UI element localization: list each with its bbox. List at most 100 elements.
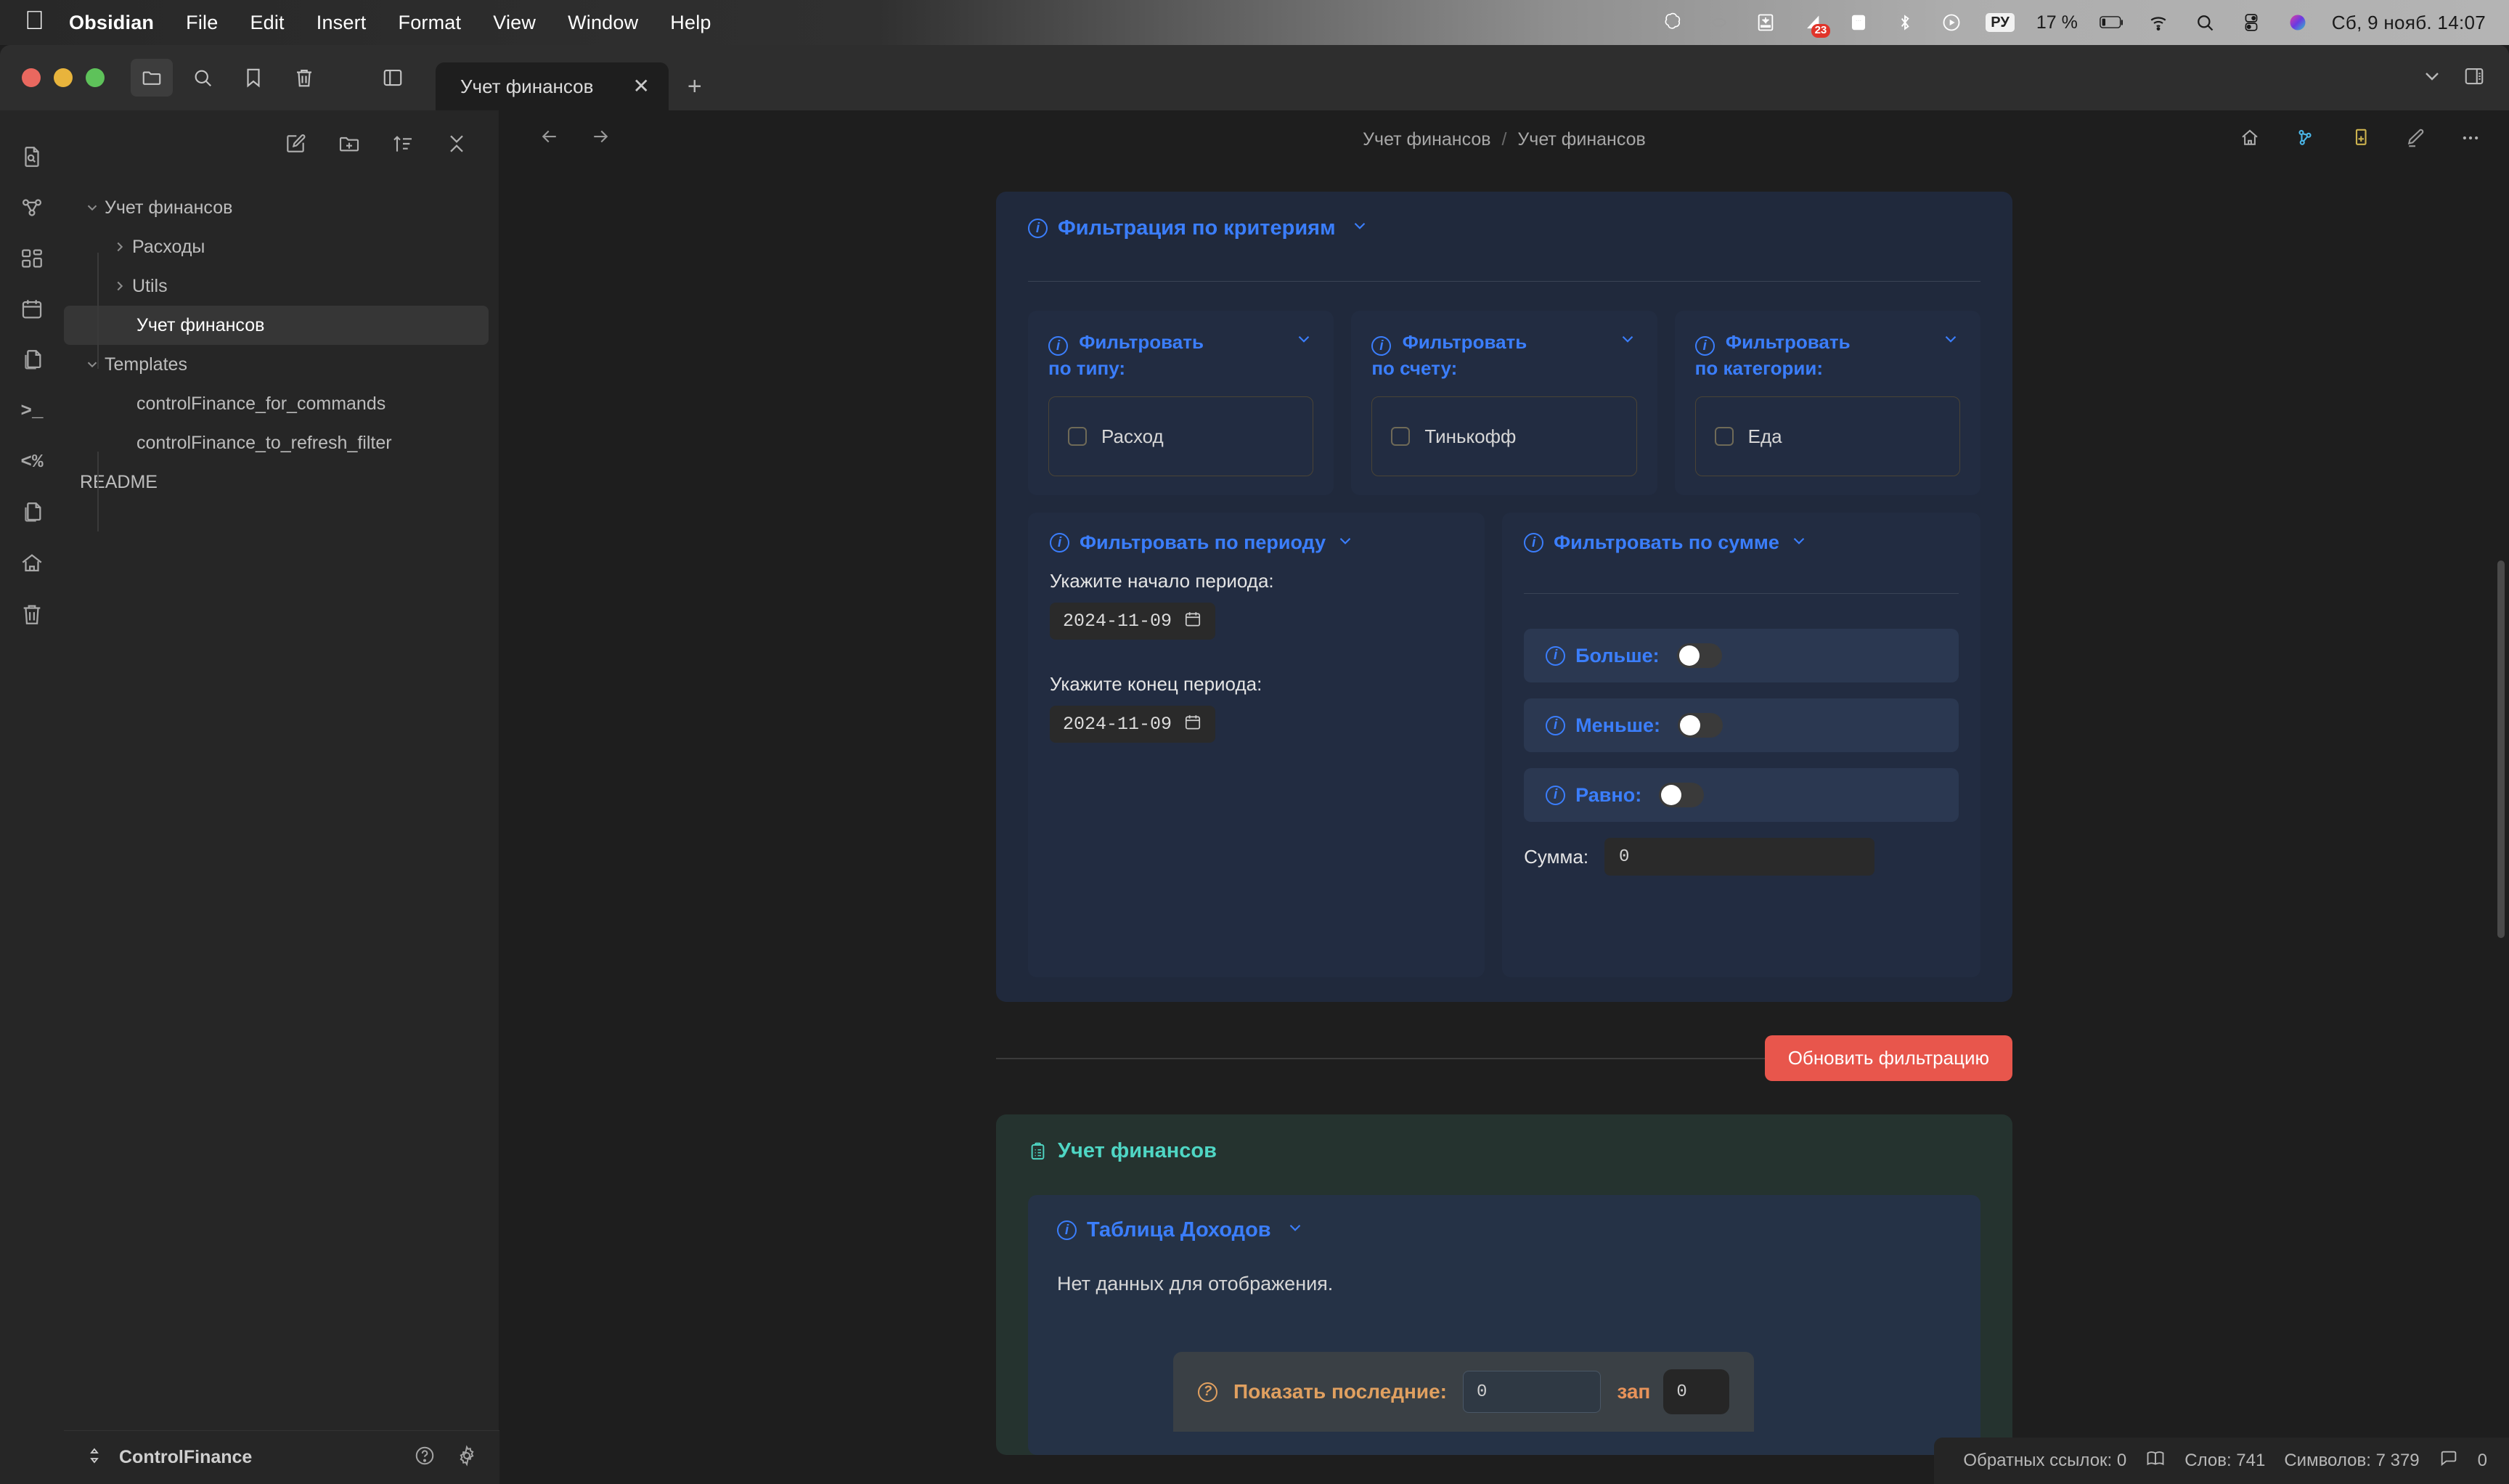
chevron-down-icon[interactable]: [2420, 65, 2444, 91]
refresh-filter-button[interactable]: Обновить фильтрацию: [1764, 1035, 2012, 1082]
filter-card-header[interactable]: i Фильтровать по категории:: [1694, 330, 1960, 380]
menu-view[interactable]: View: [477, 12, 552, 34]
signal-icon[interactable]: 23: [1800, 10, 1831, 38]
tab-uchet-finansov[interactable]: Учет финансов ✕: [436, 62, 669, 110]
add-copy-icon[interactable]: [2349, 127, 2371, 152]
chevron-down-icon[interactable]: [1294, 330, 1313, 352]
menu-app-name[interactable]: Obsidian: [69, 12, 170, 34]
keyboard-layout-icon[interactable]: РУ: [1986, 13, 2015, 32]
checkbox-tinkoff[interactable]: [1391, 427, 1411, 447]
breadcrumb-current[interactable]: Учет финансов: [1517, 129, 1645, 150]
filter-card-header[interactable]: i Фильтровать по типу:: [1048, 330, 1313, 380]
vertical-scrollbar[interactable]: [2497, 560, 2505, 938]
screen-icon[interactable]: [1753, 10, 1778, 35]
battery-icon[interactable]: [2099, 10, 2124, 35]
siri-icon[interactable]: [2285, 10, 2310, 35]
tree-file-controlfinance-to-refresh-filter[interactable]: controlFinance_to_refresh_filter: [64, 423, 489, 462]
bluetooth-icon[interactable]: [1893, 10, 1917, 35]
filter-callout-header[interactable]: i Фильтрация по критериям: [1028, 216, 1980, 240]
tree-file-readme[interactable]: README: [64, 462, 489, 502]
calendar-icon[interactable]: [1183, 713, 1202, 735]
play-circle-icon[interactable]: [1939, 10, 1964, 35]
filter-card-header[interactable]: i Фильтровать по счету:: [1371, 330, 1636, 380]
period-end-input[interactable]: 2024-11-09: [1050, 706, 1216, 743]
duplicate-files-icon[interactable]: [13, 494, 51, 531]
new-tab-button[interactable]: +: [688, 74, 702, 99]
search-icon[interactable]: [2192, 10, 2217, 35]
terminal-icon[interactable]: >_: [13, 392, 51, 430]
book-icon[interactable]: [2145, 1448, 2166, 1474]
menu-insert[interactable]: Insert: [301, 12, 383, 34]
close-icon[interactable]: ✕: [632, 76, 649, 97]
menu-format[interactable]: Format: [383, 12, 478, 34]
records-callout-header[interactable]: Учет финансов: [1028, 1139, 1980, 1163]
home-icon[interactable]: [13, 545, 51, 582]
menu-file[interactable]: File: [170, 12, 234, 34]
toggle-less[interactable]: [1678, 713, 1723, 738]
tree-file-controlfinance-for-commands[interactable]: controlFinance_for_commands: [64, 384, 489, 423]
chevron-down-icon[interactable]: [1941, 330, 1960, 352]
toggle-right-sidebar-icon[interactable]: [2463, 65, 2486, 91]
settings-gear-icon[interactable]: [456, 1445, 478, 1470]
sort-icon[interactable]: [391, 132, 415, 159]
collapse-all-icon[interactable]: [445, 132, 468, 159]
checkbox-rashod[interactable]: [1068, 427, 1087, 447]
last-n-extra-input[interactable]: 0: [1663, 1369, 1729, 1415]
templater-icon[interactable]: <%: [13, 443, 51, 481]
last-n-input[interactable]: 0: [1463, 1371, 1602, 1414]
sum-input[interactable]: 0: [1604, 838, 1875, 876]
forward-arrow-icon[interactable]: [589, 126, 611, 153]
tree-folder-utils[interactable]: Utils: [64, 266, 489, 306]
openai-icon[interactable]: [1660, 10, 1685, 35]
calendar-icon[interactable]: [1183, 610, 1202, 632]
memory-icon[interactable]: [1846, 10, 1871, 35]
chevron-right-icon[interactable]: [107, 278, 132, 294]
comment-icon[interactable]: [2439, 1448, 2459, 1474]
graph-icon[interactable]: [2294, 127, 2316, 152]
trash-icon[interactable]: [283, 59, 325, 97]
file-search-icon[interactable]: [13, 138, 51, 176]
menu-help[interactable]: Help: [654, 12, 727, 34]
chevron-right-icon[interactable]: [107, 239, 132, 255]
toggle-equal[interactable]: [1659, 783, 1705, 808]
chevron-down-icon[interactable]: [1618, 330, 1637, 352]
back-arrow-icon[interactable]: [539, 126, 560, 153]
chevron-down-icon[interactable]: [1350, 216, 1369, 240]
search-icon[interactable]: [181, 59, 224, 97]
toggle-left-sidebar-icon[interactable]: [372, 59, 414, 97]
copy-files-icon[interactable]: [13, 341, 51, 379]
maximize-window-button[interactable]: [86, 68, 105, 87]
control-center-icon[interactable]: [2239, 10, 2264, 35]
chevron-down-icon[interactable]: [1790, 531, 1808, 554]
word-count[interactable]: Слов: 741: [2184, 1451, 2265, 1471]
chevron-down-icon[interactable]: [1286, 1218, 1305, 1242]
edit-pencil-icon[interactable]: [2404, 127, 2426, 152]
tree-folder-uchet-finansov[interactable]: Учет финансов: [64, 188, 489, 227]
minimize-window-button[interactable]: [54, 68, 73, 87]
menu-edit[interactable]: Edit: [234, 12, 300, 34]
dimmed-app-icon[interactable]: [1707, 10, 1731, 35]
dashboard-icon[interactable]: [13, 240, 51, 277]
tree-folder-templates[interactable]: Templates: [64, 345, 489, 384]
vault-switcher-icon[interactable]: [86, 1446, 103, 1469]
char-count[interactable]: Символов: 7 379: [2284, 1451, 2419, 1471]
income-table-header[interactable]: i Таблица Доходов: [1057, 1218, 1951, 1242]
chevron-down-icon[interactable]: [80, 200, 105, 216]
amount-header[interactable]: i Фильтровать по сумме: [1524, 531, 1959, 554]
bookmark-icon[interactable]: [232, 59, 274, 97]
home-icon[interactable]: [2239, 127, 2261, 152]
help-icon[interactable]: [414, 1445, 436, 1470]
tree-folder-rashody[interactable]: Расходы: [64, 227, 489, 266]
tree-file-uchet-finansov[interactable]: Учет финансов: [64, 306, 489, 345]
period-header[interactable]: i Фильтровать по периоду: [1050, 531, 1463, 554]
chevron-down-icon[interactable]: [80, 356, 105, 372]
new-folder-icon[interactable]: [338, 132, 361, 159]
new-note-icon[interactable]: [284, 132, 307, 159]
wifi-icon[interactable]: [2146, 10, 2171, 35]
graph-view-icon[interactable]: [13, 189, 51, 227]
close-window-button[interactable]: [22, 68, 41, 87]
breadcrumb-parent[interactable]: Учет финансов: [1363, 129, 1490, 150]
menu-window[interactable]: Window: [552, 12, 654, 34]
chevron-down-icon[interactable]: [1336, 531, 1355, 554]
period-start-input[interactable]: 2024-11-09: [1050, 603, 1216, 640]
